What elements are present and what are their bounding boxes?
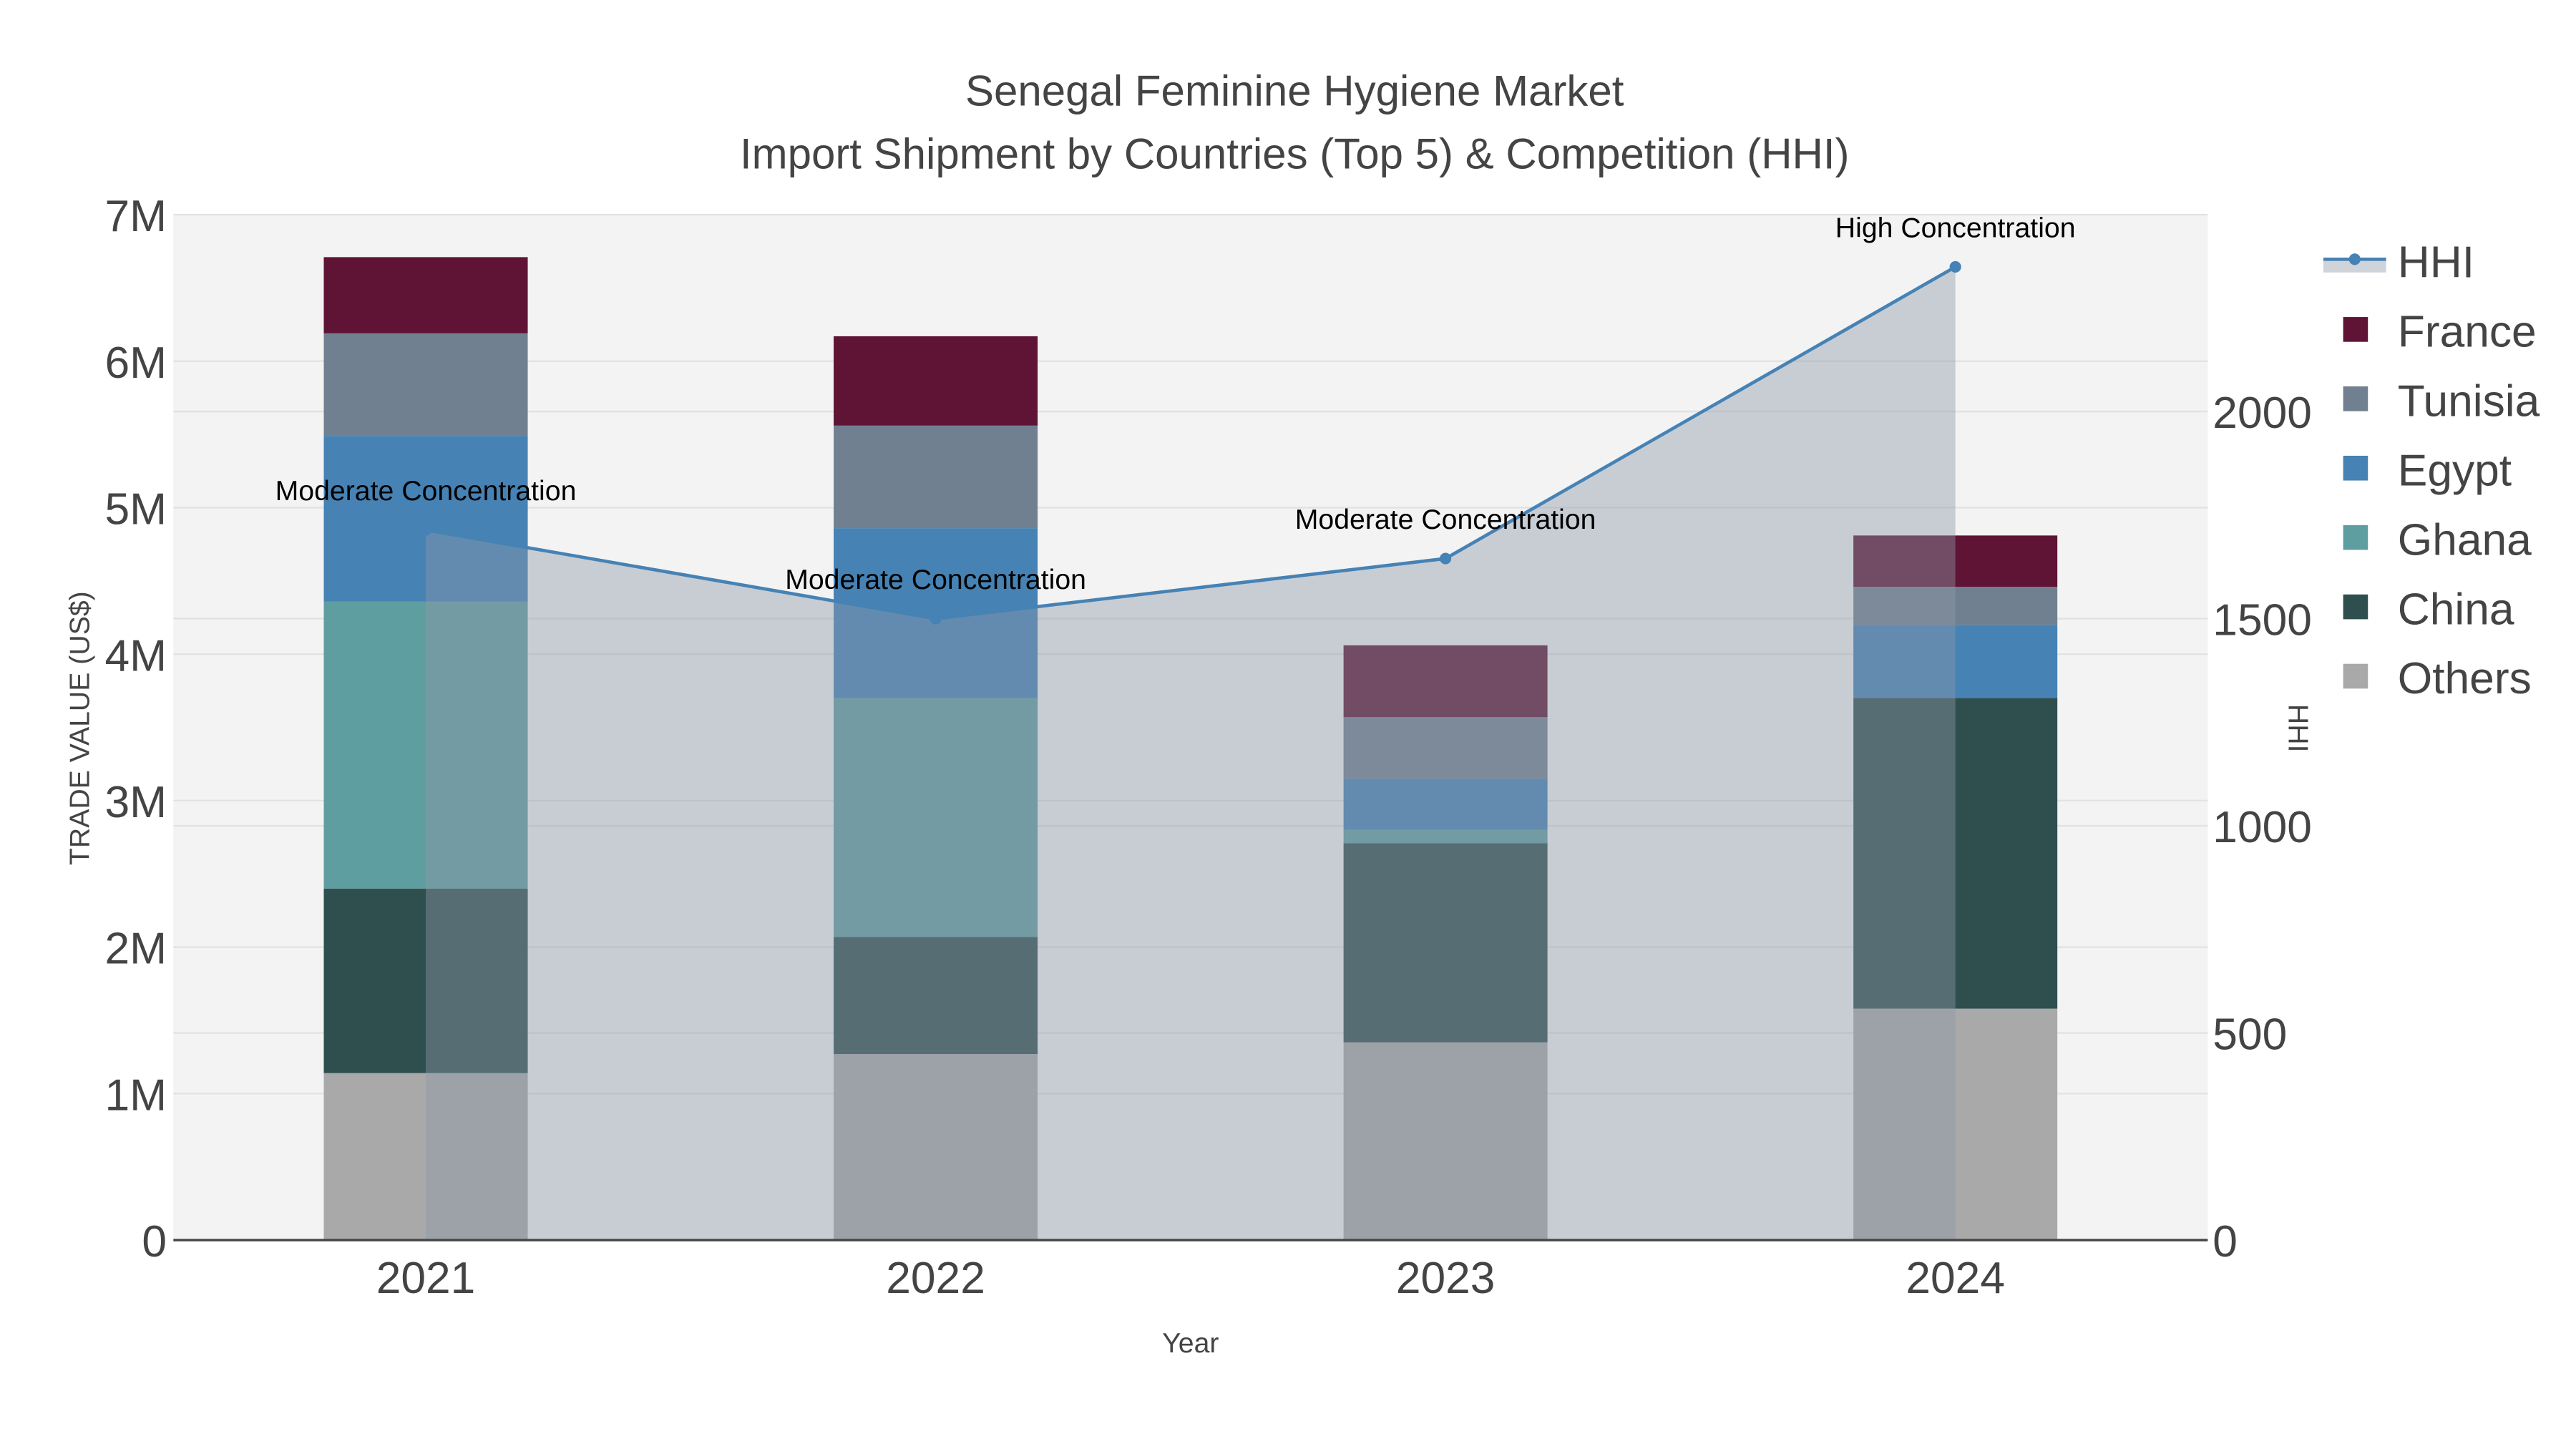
hhi-point-2023 [1440,552,1452,565]
legend-item-hhi[interactable]: HHI [2323,238,2474,288]
y-tick-label: 0 [142,1217,167,1267]
y2-tick-label: 1000 [2212,803,2312,852]
legend-item-ghana[interactable]: Ghana [2343,515,2532,565]
legend: HHI France Tunisia Egypt Ghana China Others [2323,238,2540,703]
legend-label: China [2398,585,2514,634]
y2-tick-label: 500 [2212,1010,2287,1060]
legend-label: France [2398,308,2537,357]
legend-swatch-icon [2343,386,2368,411]
legend-label: Tunisia [2398,377,2540,426]
bar-france-2022 [834,336,1038,426]
x-tick-label: 2022 [886,1254,985,1303]
chart-title: Senegal Feminine Hygiene Market [965,67,1624,115]
hhi-point-2021 [419,524,432,536]
chart: Moderate Concentration Moderate Concentra… [64,67,2540,1359]
y2-tick-label: 1500 [2212,596,2312,645]
legend-label: Others [2398,654,2532,703]
x-tick-label: 2024 [1906,1254,2005,1303]
chart-subtitle: Import Shipment by Countries (Top 5) & C… [740,130,1850,177]
hhi-point-2024 [1949,260,1961,273]
bar-tunisia-2022 [834,425,1038,529]
hhi-annotation: Moderate Concentration [275,475,577,507]
y2-axis-ticks: 0 500 1000 1500 2000 [2212,389,2312,1267]
y-tick-label: 2M [105,924,167,974]
y-axis-ticks: 0 1M 2M 3M 4M 5M 6M 7M [105,192,167,1267]
legend-label: Ghana [2398,515,2532,565]
hhi-annotation: Moderate Concentration [785,564,1086,595]
legend-item-egypt[interactable]: Egypt [2343,446,2512,495]
hhi-annotation: High Concentration [1835,212,2076,243]
hhi-point-2022 [930,613,942,625]
x-axis-ticks: 2021 2022 2023 2024 [376,1254,2005,1303]
y2-tick-label: 0 [2212,1217,2238,1267]
bar-tunisia-2021 [323,333,528,436]
y-tick-label: 7M [105,192,167,241]
legend-item-others[interactable]: Others [2343,654,2532,703]
hhi-annotation: Moderate Concentration [1295,504,1596,535]
y-tick-label: 4M [105,631,167,680]
legend-label: Egypt [2398,446,2512,495]
x-tick-label: 2021 [376,1254,476,1303]
bar-france-2021 [323,257,528,333]
y-tick-label: 3M [105,778,167,827]
y2-axis-label: HHI [2282,704,2313,753]
legend-marker-icon [2348,253,2361,265]
legend-label: HHI [2398,238,2474,288]
legend-swatch-icon [2343,594,2368,620]
y2-tick-label: 2000 [2212,389,2312,438]
y-tick-label: 5M [105,485,167,535]
legend-item-france[interactable]: France [2343,308,2537,357]
legend-item-china[interactable]: China [2343,585,2514,634]
x-tick-label: 2023 [1396,1254,1496,1303]
x-axis-label: Year [1162,1327,1219,1359]
y-tick-label: 1M [105,1070,167,1120]
legend-swatch-icon [2343,525,2368,550]
y-tick-label: 6M [105,338,167,388]
y-axis-label: TRADE VALUE (US$) [64,591,96,865]
legend-item-tunisia[interactable]: Tunisia [2343,377,2540,426]
legend-swatch-icon [2343,663,2368,689]
legend-swatch-icon [2343,317,2368,342]
legend-swatch-icon [2343,455,2368,481]
